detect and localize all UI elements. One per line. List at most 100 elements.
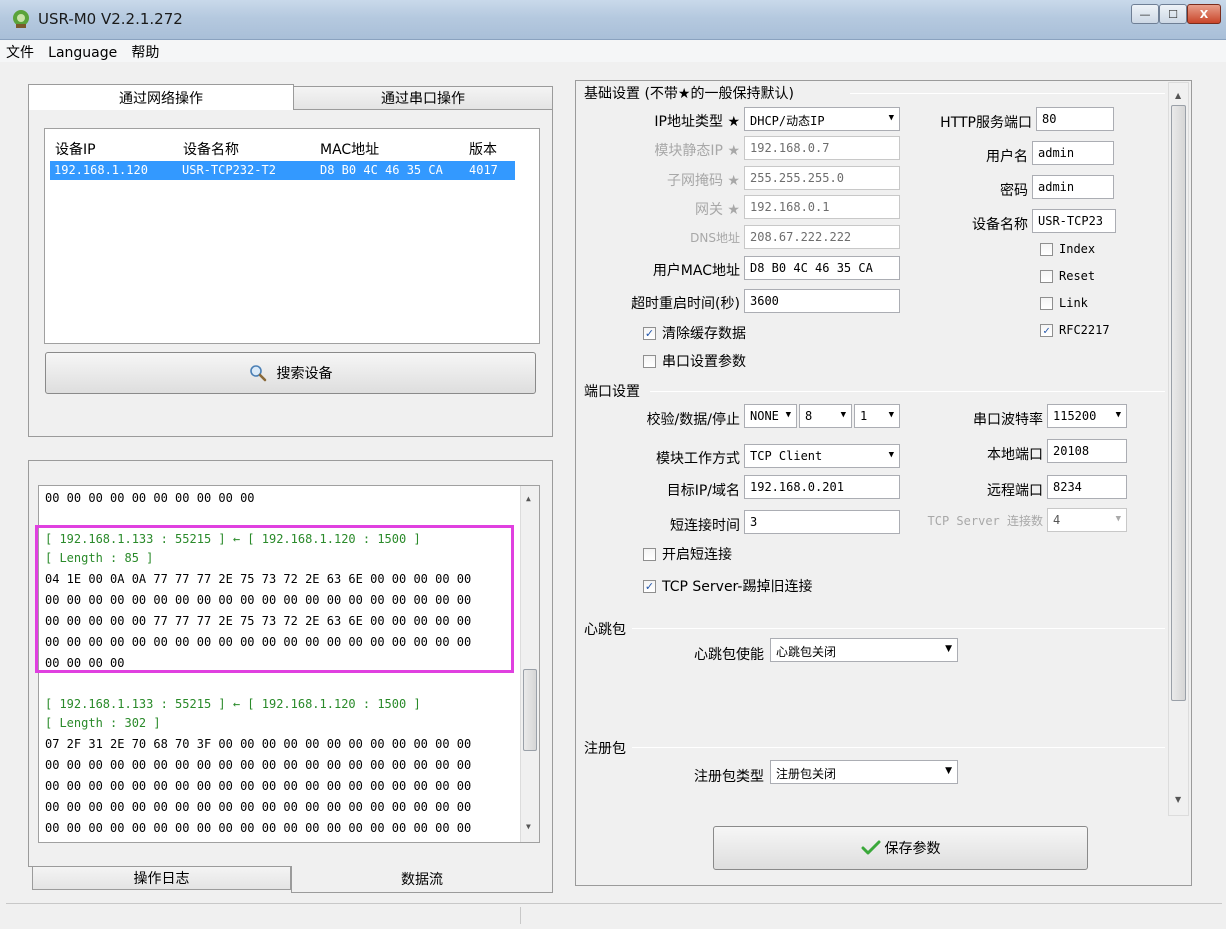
mode-label: 模块工作方式 <box>656 451 740 467</box>
minimize-button[interactable]: — <box>1131 4 1159 24</box>
username-label: 用户名 <box>986 149 1028 165</box>
parity-label: 校验/数据/停止 <box>646 412 740 428</box>
subnet-mask-field[interactable]: 255.255.255.0 <box>744 166 900 190</box>
column-header-name[interactable]: 设备名称 <box>183 139 239 159</box>
index-checkbox[interactable]: Index <box>1040 242 1095 256</box>
search-icon <box>249 365 266 382</box>
log-line: 00 00 00 00 00 00 00 00 00 00 00 00 00 0… <box>45 779 472 793</box>
menu-file[interactable]: 文件 <box>0 40 38 62</box>
cell-version: 4017 <box>469 163 498 177</box>
checkbox-icon <box>1040 269 1053 283</box>
parity-value: NONE <box>750 409 779 423</box>
basic-settings-title: 基础设置 (不带★的一般保持默认) <box>584 86 794 102</box>
parity-select[interactable]: NONE ▼ <box>744 404 797 428</box>
heartbeat-select[interactable]: 心跳包关闭 ▼ <box>770 638 958 662</box>
highlight-box <box>35 525 514 673</box>
timeout-field[interactable]: 3600 <box>744 289 900 313</box>
checkbox-icon <box>643 547 656 561</box>
tab-network[interactable]: 通过网络操作 <box>28 84 294 110</box>
stop-bits-select[interactable]: 1 ▼ <box>854 404 900 428</box>
reset-checkbox[interactable]: Reset <box>1040 269 1095 283</box>
settings-scrollbar[interactable]: ▲ ▼ <box>1168 82 1189 816</box>
scroll-thumb[interactable] <box>1171 105 1186 701</box>
mode-select[interactable]: TCP Client ▼ <box>744 444 900 468</box>
timeout-label: 超时重启时间(秒) <box>631 296 740 312</box>
scroll-up-icon[interactable]: ▲ <box>526 494 531 503</box>
save-parameters-button[interactable]: 保存参数 <box>713 826 1088 870</box>
chevron-down-icon: ▼ <box>945 644 952 654</box>
tab-data-stream[interactable]: 数据流 <box>291 866 553 893</box>
short-conn-checkbox[interactable]: 开启短连接 <box>643 544 732 564</box>
title-bar: USR-M0 V2.2.1.272 — ☐ X <box>0 0 1226 40</box>
section-divider <box>850 93 1165 94</box>
checkbox-icon <box>643 354 656 368</box>
static-ip-label: 模块静态IP ★ <box>654 143 740 159</box>
password-field[interactable]: admin <box>1032 175 1114 199</box>
status-separator <box>520 907 521 924</box>
scroll-down-icon[interactable]: ▼ <box>1175 795 1181 804</box>
short-time-field[interactable]: 3 <box>744 510 900 534</box>
reset-label: Reset <box>1059 269 1096 283</box>
server-conn-select[interactable]: 4 ▼ <box>1047 508 1127 532</box>
http-port-field[interactable]: 80 <box>1036 107 1114 131</box>
device-name-field[interactable]: USR-TCP23 <box>1032 209 1116 233</box>
section-divider <box>650 391 1165 392</box>
scroll-down-icon[interactable]: ▼ <box>526 822 531 831</box>
serial-param-checkbox[interactable]: 串口设置参数 <box>643 351 746 371</box>
remote-port-field[interactable]: 8234 <box>1047 475 1127 499</box>
chevron-down-icon: ▼ <box>1115 514 1121 524</box>
data-bits-select[interactable]: 8 ▼ <box>799 404 852 428</box>
dns-field[interactable]: 208.67.222.222 <box>744 225 900 249</box>
baud-select[interactable]: 115200 ▼ <box>1047 404 1127 428</box>
gateway-label: 网关 ★ <box>694 202 740 218</box>
log-scrollbar[interactable]: ▲ ▼ <box>520 486 539 842</box>
kick-old-checkbox[interactable]: ✓ TCP Server-踢掉旧连接 <box>643 576 812 596</box>
log-line: 00 00 00 00 00 00 00 00 00 00 00 00 00 0… <box>45 821 472 835</box>
register-select[interactable]: 注册包关闭 ▼ <box>770 760 958 784</box>
remote-port-label: 远程端口 <box>987 483 1043 499</box>
menu-language[interactable]: Language <box>42 43 121 61</box>
local-port-label: 本地端口 <box>987 447 1043 463</box>
log-line: 00 00 00 00 00 00 00 00 00 00 00 00 00 0… <box>45 758 472 772</box>
baud-label: 串口波特率 <box>973 412 1043 428</box>
username-field[interactable]: admin <box>1032 141 1114 165</box>
clear-cache-checkbox[interactable]: ✓ 清除缓存数据 <box>643 323 746 343</box>
serial-param-label: 串口设置参数 <box>662 354 746 370</box>
section-divider <box>632 628 1165 629</box>
register-label: 注册包类型 <box>694 769 764 785</box>
menu-bar: 文件 Language 帮助 <box>0 40 1226 62</box>
close-button[interactable]: X <box>1187 4 1221 24</box>
tab-serial[interactable]: 通过串口操作 <box>293 86 553 110</box>
log-line: 07 2F 31 2E 70 68 70 3F 00 00 00 00 00 0… <box>45 737 472 751</box>
search-devices-button[interactable]: 搜索设备 <box>45 352 536 394</box>
port-settings-title: 端口设置 <box>584 384 640 400</box>
target-field[interactable]: 192.168.0.201 <box>744 475 900 499</box>
table-row[interactable]: 192.168.1.120 USR-TCP232-T2 D8 B0 4C 46 … <box>50 161 515 180</box>
static-ip-field[interactable]: 192.168.0.7 <box>744 136 900 160</box>
scroll-up-icon[interactable]: ▲ <box>1175 91 1181 100</box>
mac-field[interactable]: D8 B0 4C 46 35 CA <box>744 256 900 280</box>
column-header-mac[interactable]: MAC地址 <box>320 139 379 159</box>
mac-label: 用户MAC地址 <box>652 263 740 279</box>
maximize-button[interactable]: ☐ <box>1159 4 1187 24</box>
tab-operation-log[interactable]: 操作日志 <box>32 866 291 890</box>
chevron-down-icon: ▼ <box>840 410 846 420</box>
rfc2217-checkbox[interactable]: ✓ RFC2217 <box>1040 323 1110 337</box>
ip-type-value: DHCP/动态IP <box>750 114 825 128</box>
scroll-thumb[interactable] <box>523 669 537 751</box>
column-header-version[interactable]: 版本 <box>469 139 497 159</box>
menu-help[interactable]: 帮助 <box>125 40 163 62</box>
password-label: 密码 <box>1000 183 1028 199</box>
checkmark-icon: ✓ <box>1040 323 1053 337</box>
window-title: USR-M0 V2.2.1.272 <box>38 10 183 28</box>
link-checkbox[interactable]: Link <box>1040 296 1088 310</box>
local-port-field[interactable]: 20108 <box>1047 439 1127 463</box>
register-value: 注册包关闭 <box>776 767 837 781</box>
kick-old-label: TCP Server-踢掉旧连接 <box>662 579 813 595</box>
short-conn-label: 开启短连接 <box>662 547 732 563</box>
cell-name: USR-TCP232-T2 <box>182 163 276 177</box>
column-header-ip[interactable]: 设备IP <box>55 139 96 159</box>
ip-type-select[interactable]: DHCP/动态IP ▼ <box>744 107 900 131</box>
gateway-field[interactable]: 192.168.0.1 <box>744 195 900 219</box>
checkmark-icon <box>861 840 880 855</box>
